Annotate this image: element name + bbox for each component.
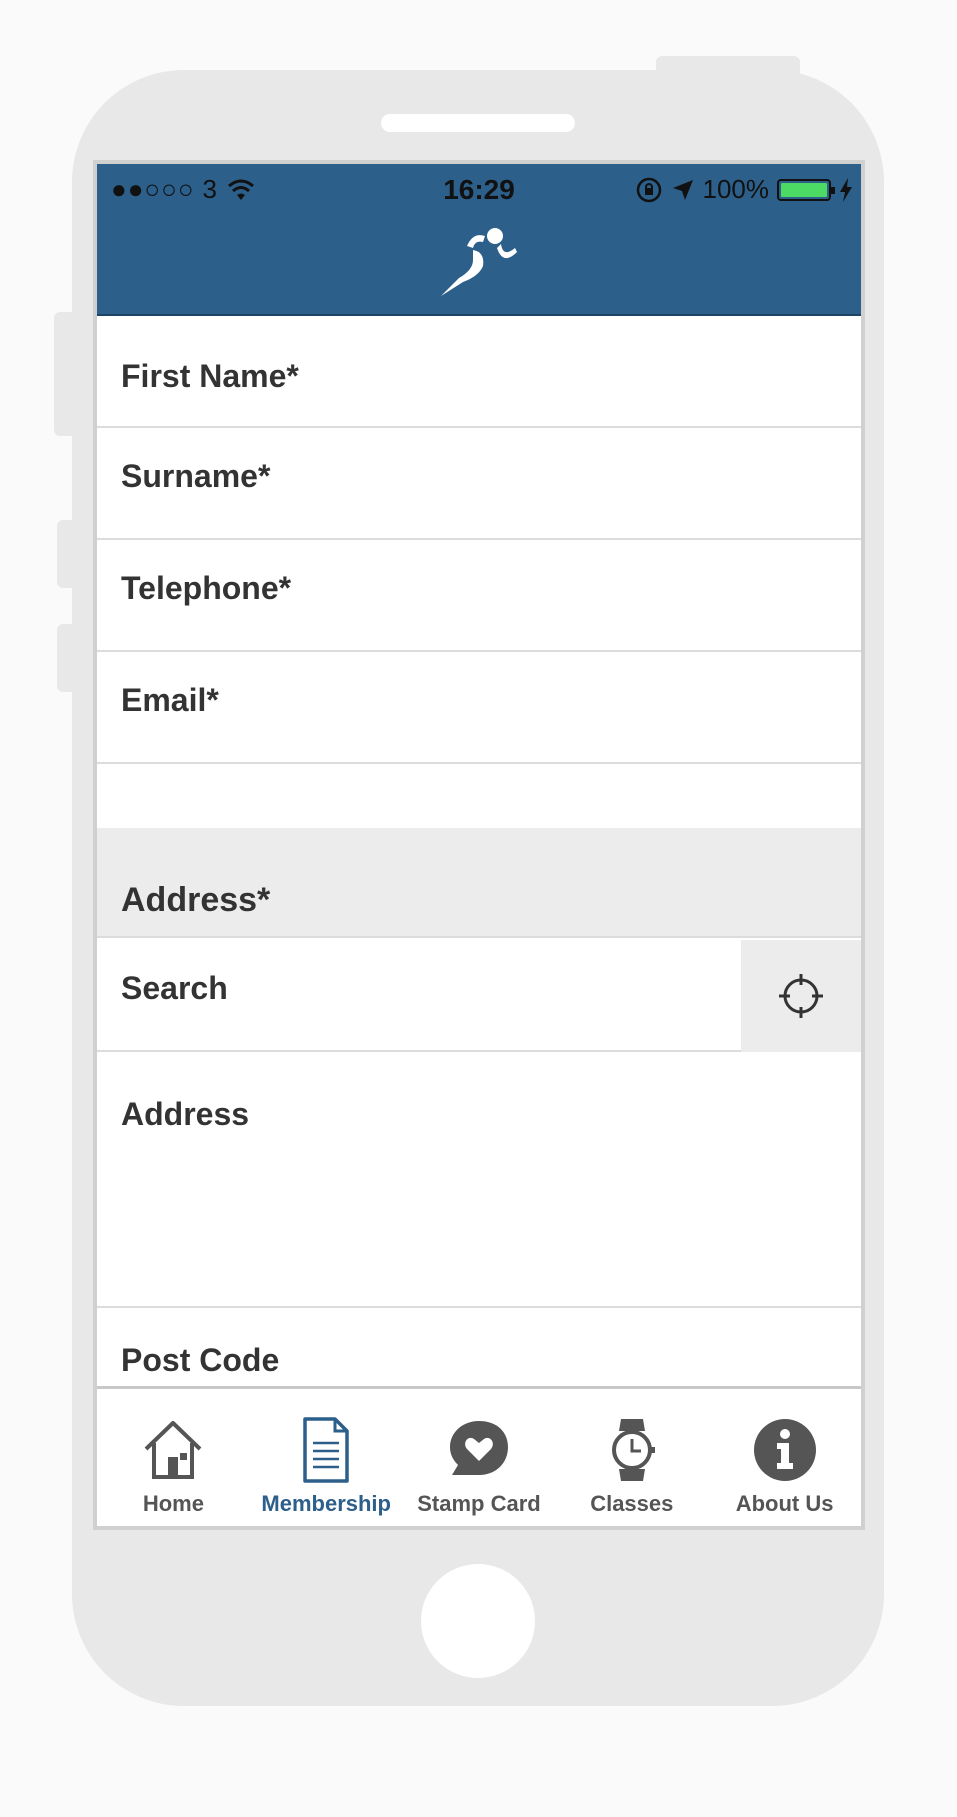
heart-bubble-icon (449, 1421, 508, 1475)
home-icon (145, 1421, 202, 1479)
tab-about-us-label: About Us (735, 1491, 834, 1516)
surname-field[interactable]: Surname* (97, 428, 861, 540)
tab-stamp-card[interactable]: Stamp Card (403, 1389, 556, 1526)
charging-bolt-icon (840, 177, 852, 202)
tab-home-label: Home (142, 1491, 204, 1516)
tab-classes-label: Classes (590, 1491, 674, 1516)
tab-bar: Home Membership Stamp Card Classes About… (97, 1386, 861, 1526)
address-section-title: Address* (121, 881, 271, 919)
locate-button[interactable] (741, 940, 861, 1052)
rotation-lock-icon (636, 177, 661, 202)
first-name-field[interactable]: First Name* (97, 316, 861, 428)
location-arrow-icon (672, 179, 693, 200)
tab-classes[interactable]: Classes (555, 1389, 708, 1526)
info-icon (753, 1419, 816, 1481)
tab-about-us[interactable]: About Us (708, 1389, 861, 1526)
tab-home[interactable]: Home (97, 1389, 250, 1526)
address-section-header: Address* (97, 828, 861, 938)
phone-side-button (54, 312, 74, 436)
phone-top-button (656, 56, 800, 86)
phone-volume-up (57, 520, 74, 588)
crosshair-icon (779, 974, 823, 1018)
runner-logo-icon (441, 228, 517, 296)
telephone-label: Telephone* (121, 570, 292, 606)
phone-volume-down (57, 624, 74, 692)
app-screen: ●●○○○ 3 16:29 100% First Name* Surname* … (93, 160, 865, 1530)
address-label: Address (121, 1096, 250, 1132)
tab-stamp-card-label: Stamp Card (417, 1491, 541, 1516)
tab-membership[interactable]: Membership (250, 1389, 403, 1526)
nav-bar: ●●○○○ 3 16:29 100% (97, 164, 861, 316)
postcode-label: Post Code (121, 1342, 280, 1378)
status-bar: ●●○○○ 3 16:29 100% (97, 164, 861, 214)
address-search-input[interactable]: Search (121, 970, 228, 1007)
document-icon (303, 1417, 349, 1483)
address-search-row: Search (97, 940, 861, 1052)
status-right: 100% (635, 174, 854, 205)
battery-percent: 100% (702, 174, 770, 204)
first-name-label: First Name* (121, 358, 299, 394)
section-spacer (97, 784, 861, 828)
email-field[interactable]: Email* (97, 652, 861, 764)
phone-home-button[interactable] (421, 1564, 535, 1678)
phone-speaker (381, 114, 575, 132)
surname-label: Surname* (121, 458, 271, 494)
battery-icon (777, 178, 835, 201)
address-textarea[interactable]: Address (97, 1054, 861, 1308)
telephone-field[interactable]: Telephone* (97, 540, 861, 652)
email-label: Email* (121, 682, 219, 718)
tab-membership-label: Membership (261, 1491, 391, 1516)
watch-icon (611, 1419, 655, 1481)
